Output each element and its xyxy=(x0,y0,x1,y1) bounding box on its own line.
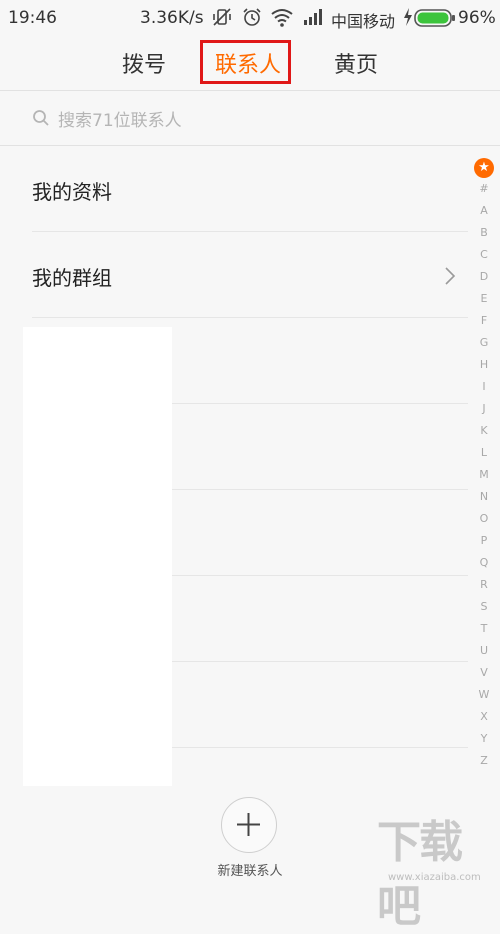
index-letter[interactable]: # xyxy=(470,182,498,195)
index-letter[interactable]: X xyxy=(470,710,498,723)
index-letter[interactable]: F xyxy=(470,314,498,327)
index-letter[interactable]: V xyxy=(470,666,498,679)
add-contact-button[interactable] xyxy=(221,797,277,853)
wifi-icon xyxy=(271,9,293,27)
status-time: 19:46 xyxy=(8,8,57,28)
chevron-right-icon xyxy=(445,267,456,285)
index-letter[interactable]: L xyxy=(470,446,498,459)
index-letter[interactable]: G xyxy=(470,336,498,349)
index-letter[interactable]: Y xyxy=(470,732,498,745)
index-letter[interactable]: A xyxy=(470,204,498,217)
list-item-my-groups[interactable]: 我的群组 xyxy=(0,232,468,318)
index-letter[interactable]: Q xyxy=(470,556,498,569)
battery-percent: 96% xyxy=(458,8,496,28)
tab-highlight-box xyxy=(200,40,291,84)
watermark-url: www.xiazaiba.com xyxy=(388,872,481,883)
search-icon xyxy=(33,110,49,126)
status-bar: 19:46 3.36K/s 中国移动 96% xyxy=(0,0,500,36)
tab-yellow-pages[interactable]: 黄页 xyxy=(334,47,378,79)
vibrate-off-icon xyxy=(213,8,231,26)
tab-dialer[interactable]: 拨号 xyxy=(122,47,166,79)
index-letter[interactable]: C xyxy=(470,248,498,261)
list-item-label: 我的群组 xyxy=(32,266,112,290)
carrier-name: 中国移动 xyxy=(331,12,396,31)
index-letter[interactable]: N xyxy=(470,490,498,503)
watermark-logo: 下载吧 xyxy=(377,817,463,932)
plus-icon xyxy=(237,813,260,836)
index-letter[interactable]: J xyxy=(470,402,498,415)
battery-icon xyxy=(414,9,455,27)
favorites-star-icon[interactable]: ★ xyxy=(474,158,494,178)
search-input[interactable]: 搜索71位联系人 xyxy=(58,106,182,131)
index-letter[interactable]: R xyxy=(470,578,498,591)
redacted-area xyxy=(23,327,172,786)
charging-icon xyxy=(404,8,412,26)
index-letter[interactable]: H xyxy=(470,358,498,371)
signal-icon xyxy=(304,9,322,25)
index-letter[interactable]: P xyxy=(470,534,498,547)
index-letter[interactable]: B xyxy=(470,226,498,239)
index-letter[interactable]: U xyxy=(470,644,498,657)
list-item-label: 我的资料 xyxy=(32,180,112,204)
index-letter[interactable]: D xyxy=(470,270,498,283)
network-speed: 3.36K/s xyxy=(140,8,204,28)
index-letter[interactable]: M xyxy=(470,468,498,481)
search-bar[interactable]: 搜索71位联系人 xyxy=(0,91,500,145)
bottom-bar: 新建联系人 下载吧 www.xiazaiba.com xyxy=(0,786,500,932)
list-item-my-profile[interactable]: 我的资料 xyxy=(0,146,468,232)
alarm-icon xyxy=(243,8,261,26)
index-letter[interactable]: O xyxy=(470,512,498,525)
index-letter[interactable]: W xyxy=(470,688,498,701)
index-letter[interactable]: I xyxy=(470,380,498,393)
index-letter[interactable]: S xyxy=(470,600,498,613)
index-letter[interactable]: T xyxy=(470,622,498,635)
index-letter[interactable]: Z xyxy=(470,754,498,767)
index-letter[interactable]: E xyxy=(470,292,498,305)
index-letter[interactable]: K xyxy=(470,424,498,437)
